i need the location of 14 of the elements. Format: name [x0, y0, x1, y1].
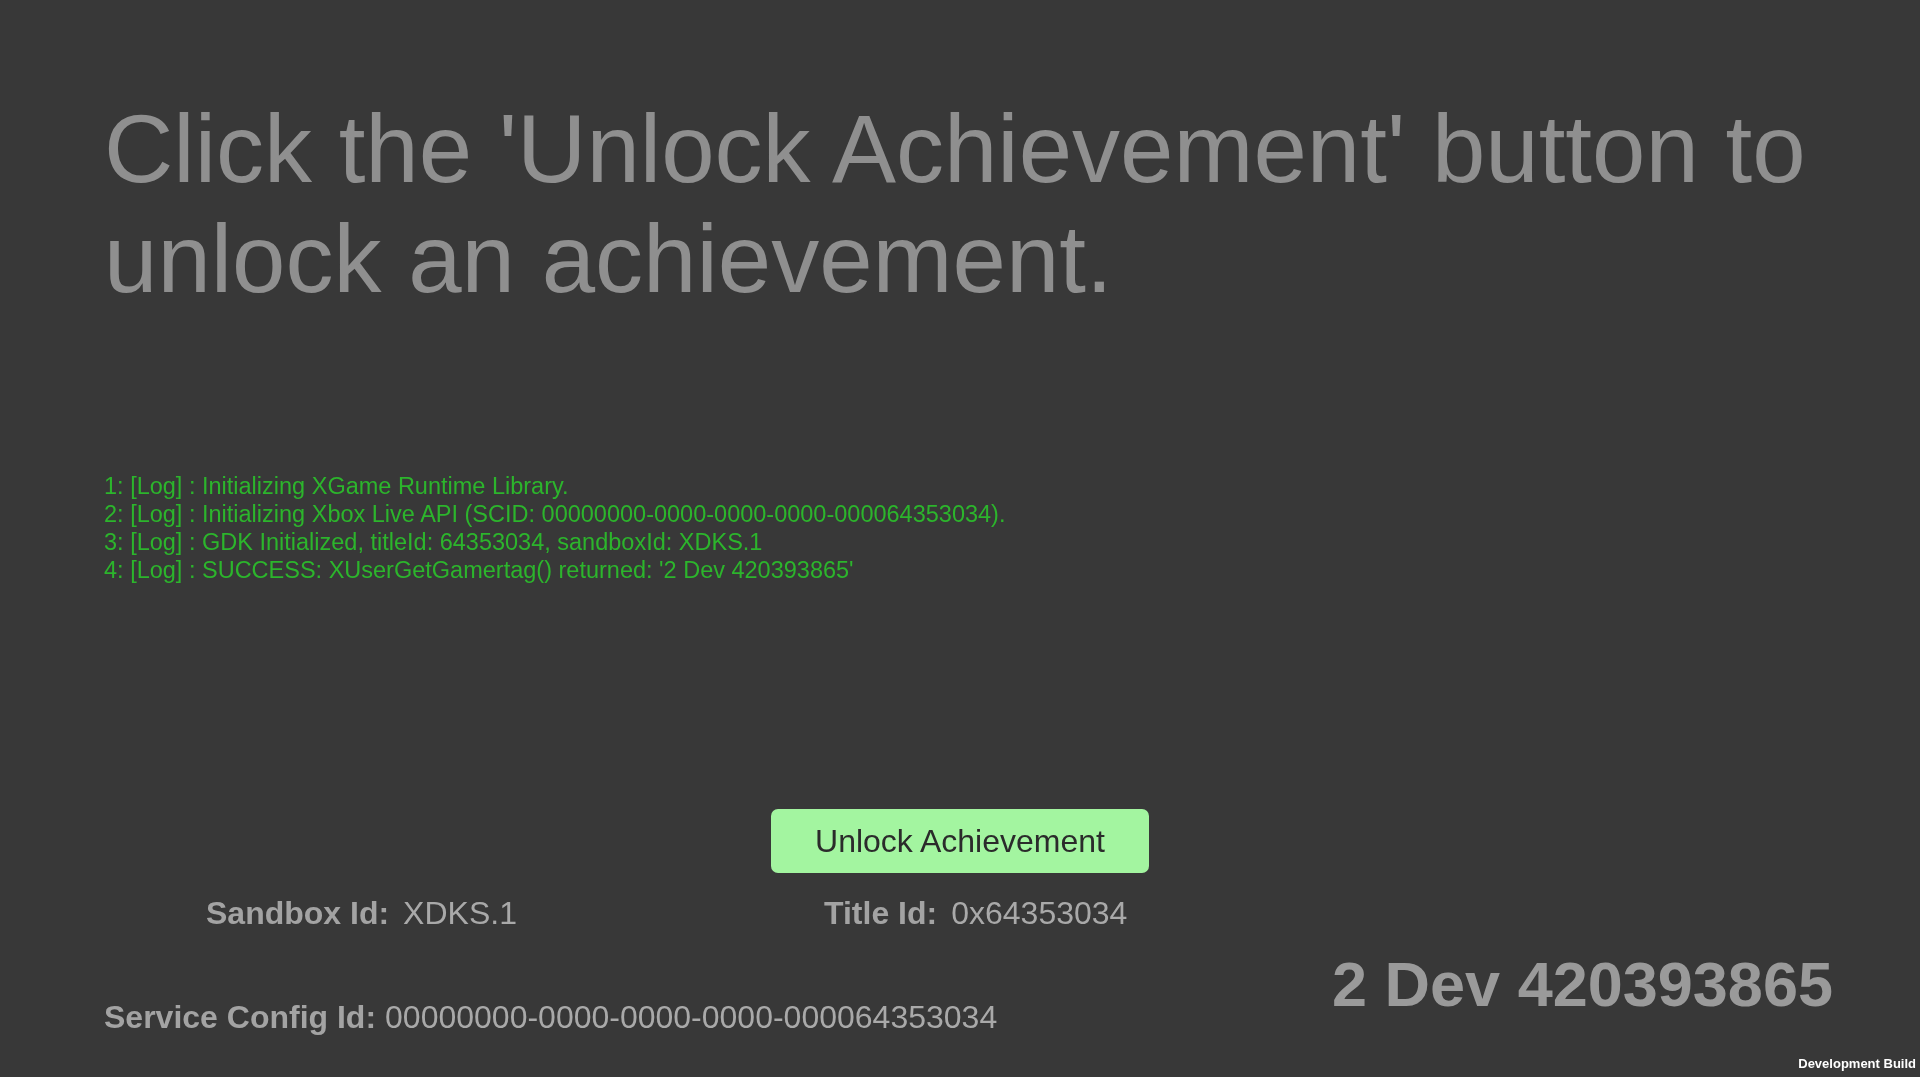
- log-line: 1: [Log] : Initializing XGame Runtime Library.: [104, 472, 569, 500]
- service-config-value: 00000000-0000-0000-0000-000064353034: [385, 998, 998, 1037]
- id-value: 0x64353034: [951, 894, 1128, 933]
- id-label: Sandbox Id:: [206, 894, 390, 933]
- log-line: 2: [Log] : Initializing Xbox Live API (SCID: 00000000-0000-0000-0000-000064353034).: [104, 500, 1006, 528]
- build-label: Development Build: [1798, 1056, 1916, 1072]
- log-line: 4: [Log] : SUCCESS: XUserGetGamertag() returned: '2 Dev 420393865': [104, 556, 854, 584]
- gamertag-text: 2 Dev 420393865: [1332, 949, 1833, 1019]
- unlock-achievement-button[interactable]: Unlock Achievement: [771, 809, 1149, 873]
- log-line: 3: [Log] : GDK Initialized, titleId: 64353034, sandboxId: XDKS.1: [104, 528, 763, 556]
- service-config-label: Service Config Id:: [104, 998, 377, 1037]
- instruction-text: Click the 'Unlock Achievement' button to unlock an achievement.: [104, 94, 1807, 314]
- id-value: XDKS.1: [403, 894, 517, 933]
- id-label: Title Id:: [824, 894, 938, 933]
